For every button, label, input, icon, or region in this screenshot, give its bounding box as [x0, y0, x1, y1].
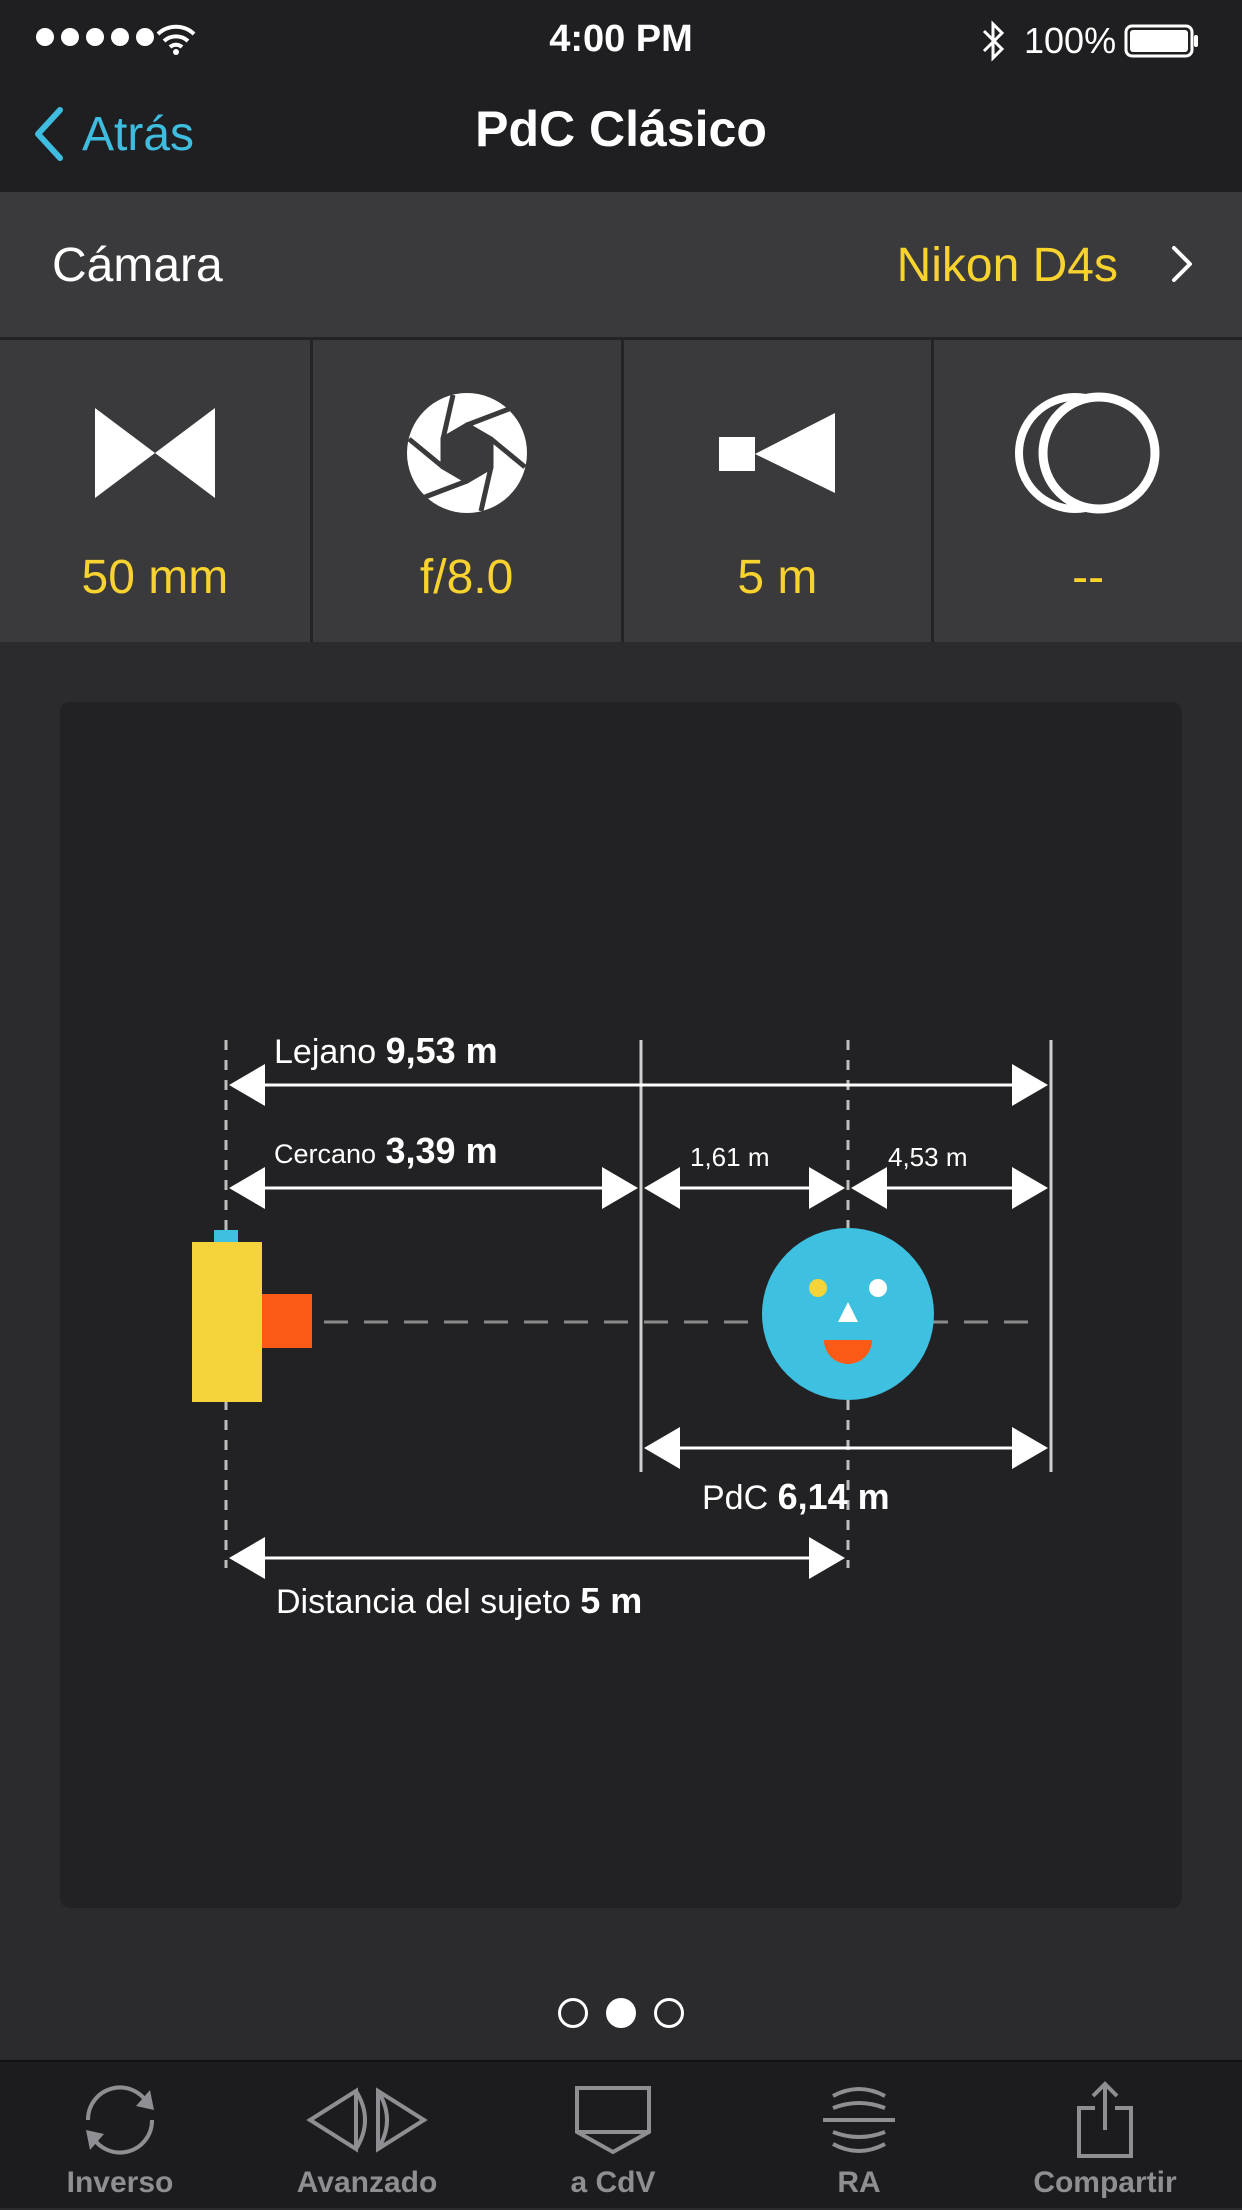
near-distance-label: Cercano 3,39 m	[274, 1130, 498, 1171]
subject-distance-tile[interactable]: 5 m	[621, 340, 932, 642]
subject-distance-value: 5 m	[737, 551, 818, 604]
total-dof-label: PdC 6,14 m	[702, 1476, 890, 1517]
tab-a-cdv[interactable]: a CdV	[503, 2080, 723, 2210]
status-bar: 4:00 PM 100%	[0, 0, 1242, 80]
bluetooth-icon	[982, 20, 1005, 62]
focal-length-icon	[94, 408, 215, 498]
page-indicator[interactable]	[0, 1998, 1242, 2028]
camera-label: Cámara	[52, 239, 223, 292]
tab-ra[interactable]: RA	[749, 2080, 969, 2210]
page-dot-active[interactable]	[606, 1998, 636, 2028]
tab-label: Inverso	[66, 2166, 174, 2199]
subject-distance-label: Distancia del sujeto 5 m	[276, 1580, 643, 1621]
coc-icon	[575, 2086, 651, 2155]
aperture-tile[interactable]: f/8.0	[310, 340, 621, 642]
tab-label: Avanzado	[296, 2166, 438, 2199]
tab-label: a CdV	[570, 2166, 656, 2199]
rear-dof-label: 4,53 m	[888, 1142, 968, 1172]
battery-percent: 100%	[1024, 20, 1117, 61]
tab-bar: Inverso Avanzado a CdV RA Compartir	[0, 2060, 1242, 2208]
page-dot[interactable]	[654, 1998, 684, 2028]
chevron-right-icon	[1172, 246, 1192, 282]
tab-inverso[interactable]: Inverso	[10, 2080, 230, 2210]
camera-figure	[192, 1230, 312, 1402]
tab-label: Compartir	[1033, 2166, 1177, 2199]
navigation-bar: Atrás PdC Clásico	[0, 80, 1242, 192]
ar-icon	[823, 2087, 895, 2153]
focal-length-tile[interactable]: 50 mm	[0, 340, 310, 642]
diagram-lines	[192, 1040, 1053, 1579]
tab-avanzado[interactable]: Avanzado	[257, 2080, 477, 2210]
teleconverter-icon	[1015, 392, 1160, 514]
camera-value: Nikon D4s	[896, 239, 1118, 292]
camera-selector-row[interactable]: Cámara Nikon D4s	[0, 192, 1242, 340]
advanced-icon	[306, 2087, 428, 2153]
depth-of-field-diagram: Lejano 9,53 m Cercano 3,39 m 1,61 m 4,53…	[60, 702, 1182, 1908]
share-icon	[1077, 2081, 1133, 2158]
teleconverter-value: --	[1072, 551, 1105, 604]
rotate-icon	[85, 2085, 155, 2155]
subject-face	[762, 1228, 934, 1400]
aperture-icon	[406, 393, 527, 513]
page-title: PdC Clásico	[475, 101, 767, 157]
page-dot[interactable]	[558, 1998, 588, 2028]
battery-icon	[1124, 24, 1198, 58]
tab-label: RA	[837, 2166, 881, 2199]
front-dof-label: 1,61 m	[690, 1142, 770, 1172]
tab-compartir[interactable]: Compartir	[995, 2080, 1215, 2210]
aperture-value: f/8.0	[419, 551, 514, 604]
parameter-tiles: 50 mm f/8.0 5 m --	[0, 340, 1242, 642]
subject-distance-icon	[719, 413, 836, 493]
focal-length-value: 50 mm	[81, 551, 229, 604]
far-distance-label: Lejano 9,53 m	[274, 1030, 498, 1071]
teleconverter-tile[interactable]: --	[932, 340, 1242, 642]
